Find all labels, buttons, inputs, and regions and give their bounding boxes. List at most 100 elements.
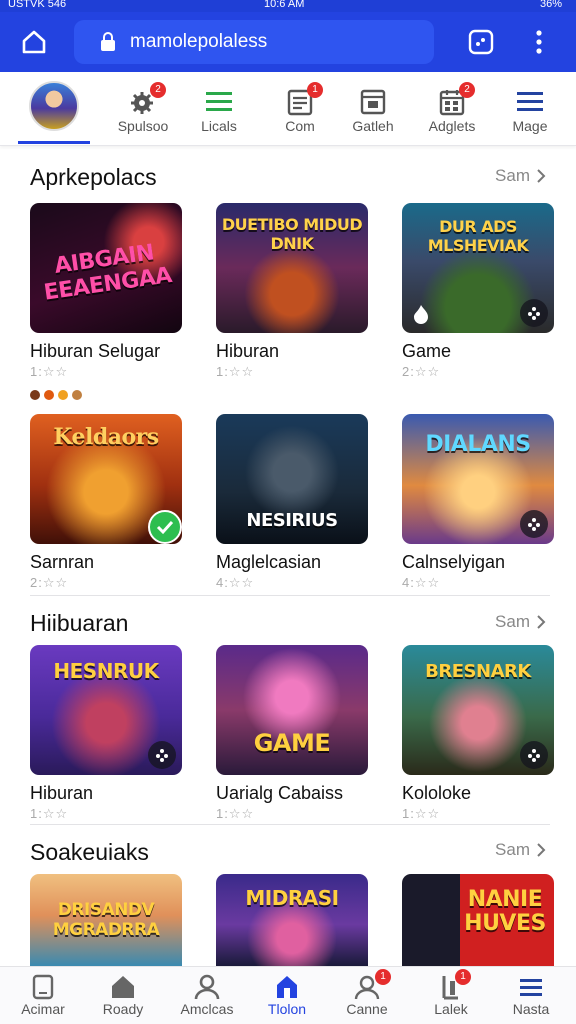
category-label: Adglets bbox=[428, 118, 476, 134]
game-art-title: NESIRIUS bbox=[246, 510, 338, 531]
game-card[interactable]: DRISANDV MGRADRRA bbox=[30, 874, 182, 966]
profile-icon: 1 bbox=[353, 969, 391, 1001]
game-card[interactable]: GAME Uarialg Cabaiss 1:☆☆ bbox=[216, 645, 368, 822]
bottom-nav-label: Roady bbox=[102, 1001, 144, 1017]
list-icon bbox=[204, 88, 234, 116]
notification-badge: 2 bbox=[459, 82, 475, 98]
category-tab-adglets[interactable]: 2 Adglets bbox=[413, 72, 491, 144]
category-label: Spulsoo bbox=[117, 118, 169, 134]
chevron-right-icon bbox=[537, 169, 546, 183]
game-thumbnail: MIDRASI bbox=[216, 874, 368, 966]
game-rating: 2:☆☆ bbox=[402, 364, 441, 379]
category-tab-gatleh[interactable]: Gatleh bbox=[334, 72, 412, 144]
bottom-nav-roady[interactable]: Roady bbox=[82, 967, 164, 1024]
game-thumbnail: HESNRUK bbox=[30, 645, 182, 775]
game-art-title: DUETIBO MIDUD DNIK bbox=[221, 215, 363, 253]
see-all-link[interactable]: Sam bbox=[495, 166, 546, 186]
category-label: Mage bbox=[512, 118, 548, 134]
home-icon bbox=[109, 973, 137, 1001]
game-card[interactable]: DIALANS Calnselyigan 4:☆☆ bbox=[402, 414, 554, 591]
house-active-icon bbox=[273, 973, 301, 1001]
profile-tab[interactable] bbox=[18, 72, 90, 144]
overflow-menu-button[interactable] bbox=[524, 24, 554, 60]
calendar-grid-icon: 2 bbox=[437, 82, 475, 116]
active-tab-indicator bbox=[18, 141, 90, 144]
game-thumbnail: DIALANS bbox=[402, 414, 554, 544]
game-art-title: DIALANS bbox=[425, 432, 531, 457]
tabs-button[interactable] bbox=[462, 24, 500, 60]
game-card[interactable]: DUETIBO MIDUD DNIK Hiburan 1:☆☆ bbox=[216, 203, 368, 380]
game-card[interactable]: BRESNARK Kololoke 1:☆☆ bbox=[402, 645, 554, 822]
address-bar[interactable]: mamolepolaless bbox=[74, 20, 434, 64]
game-card[interactable]: AIBGAIN EEAENGAA Hiburan Selugar 1:☆☆ bbox=[30, 203, 182, 380]
see-all-link[interactable]: Sam bbox=[495, 840, 546, 860]
game-thumbnail: DRISANDV MGRADRRA bbox=[30, 874, 182, 966]
notification-badge: 1 bbox=[375, 969, 391, 985]
game-title: Hiburan bbox=[30, 783, 94, 803]
game-art-title: DRISANDV MGRADRRA bbox=[52, 900, 160, 940]
gamepad-icon bbox=[520, 299, 548, 327]
category-tab-spulsoo[interactable]: 2 Spulsoo bbox=[104, 72, 182, 144]
game-thumbnail: BRESNARK bbox=[402, 645, 554, 775]
status-carrier: USTVK 546 bbox=[8, 0, 67, 10]
category-tab-com[interactable]: 1 Com bbox=[261, 72, 339, 144]
home-icon bbox=[22, 30, 46, 54]
gear-icon: 2 bbox=[128, 82, 166, 116]
game-thumbnail: NANIE HUVES bbox=[402, 874, 554, 966]
bottom-nav-label: Canne bbox=[346, 1001, 388, 1017]
home-button[interactable] bbox=[14, 24, 54, 60]
calendar-icon bbox=[358, 88, 388, 116]
menu-icon bbox=[515, 88, 545, 116]
status-time: 10:6 AM bbox=[264, 0, 305, 10]
category-label: Licals bbox=[201, 118, 237, 134]
section-title: Hiibuaran bbox=[30, 610, 129, 636]
flame-icon bbox=[408, 301, 434, 327]
bottom-nav-label: Tlolon bbox=[267, 1001, 307, 1017]
game-thumbnail: NESIRIUS bbox=[216, 414, 368, 544]
game-rating: 1:☆☆ bbox=[30, 364, 69, 379]
game-thumbnail: DUR ADS MLSHEVIAK bbox=[402, 203, 554, 333]
bottom-nav-amclcas[interactable]: Amclcas bbox=[166, 967, 248, 1024]
game-title: Sarnran bbox=[30, 552, 95, 572]
notification-badge: 1 bbox=[455, 969, 471, 985]
status-battery: 36% bbox=[539, 0, 562, 10]
color-dots bbox=[30, 390, 82, 400]
game-art-title: Keldaors bbox=[53, 424, 159, 450]
bottom-nav-label: Acimar bbox=[21, 1001, 65, 1017]
game-card[interactable]: HESNRUK Hiburan 1:☆☆ bbox=[30, 645, 182, 822]
document-icon: 1 bbox=[285, 82, 323, 116]
game-card[interactable]: MIDRASI bbox=[216, 874, 368, 966]
category-nav: 2 Spulsoo Licals 1 Com Gatleh 2 Adglets bbox=[0, 72, 576, 146]
game-art-title: HESNRUK bbox=[53, 659, 159, 683]
game-art-title: NANIE HUVES bbox=[464, 887, 546, 936]
bottom-nav-lalek[interactable]: 1 Lalek bbox=[410, 967, 492, 1024]
game-thumbnail: AIBGAIN EEAENGAA bbox=[30, 203, 182, 333]
game-title: Maglelcasian bbox=[216, 552, 322, 572]
see-all-link[interactable]: Sam bbox=[495, 612, 546, 632]
game-card[interactable]: Keldaors Sarnran 2:☆☆ bbox=[30, 414, 182, 591]
game-art-title: BRESNARK bbox=[425, 661, 531, 682]
game-card[interactable]: DUR ADS MLSHEVIAK Game 2:☆☆ bbox=[402, 203, 554, 380]
see-all-label: Sam bbox=[495, 166, 530, 185]
game-rating: 4:☆☆ bbox=[402, 575, 441, 590]
category-label: Gatleh bbox=[352, 118, 394, 134]
bottom-nav-canne[interactable]: 1 Canne bbox=[326, 967, 408, 1024]
installed-check-icon bbox=[148, 510, 182, 544]
category-tab-licals[interactable]: Licals bbox=[180, 72, 258, 144]
category-tab-mage[interactable]: Mage bbox=[491, 72, 569, 144]
url-text: mamolepolaless bbox=[130, 31, 268, 52]
bottom-nav-nasta[interactable]: Nasta bbox=[490, 967, 572, 1024]
bottom-nav-tlolon[interactable]: Tlolon bbox=[246, 967, 328, 1024]
game-card[interactable]: NESIRIUS Maglelcasian 4:☆☆ bbox=[216, 414, 368, 591]
see-all-label: Sam bbox=[495, 612, 530, 631]
tablet-icon bbox=[29, 973, 57, 1001]
game-card[interactable]: NANIE HUVES bbox=[402, 874, 554, 966]
bottom-nav-acimar[interactable]: Acimar bbox=[2, 967, 84, 1024]
game-art-title: GAME bbox=[253, 729, 331, 757]
browser-toolbar: mamolepolaless bbox=[0, 12, 576, 72]
lock-icon bbox=[100, 31, 120, 53]
section-title: Soakeuiaks bbox=[30, 839, 149, 865]
bottom-nav-label: Lalek bbox=[434, 1001, 468, 1017]
section-title: Aprkepolacs bbox=[30, 164, 157, 190]
game-rating: 1:☆☆ bbox=[402, 806, 441, 821]
